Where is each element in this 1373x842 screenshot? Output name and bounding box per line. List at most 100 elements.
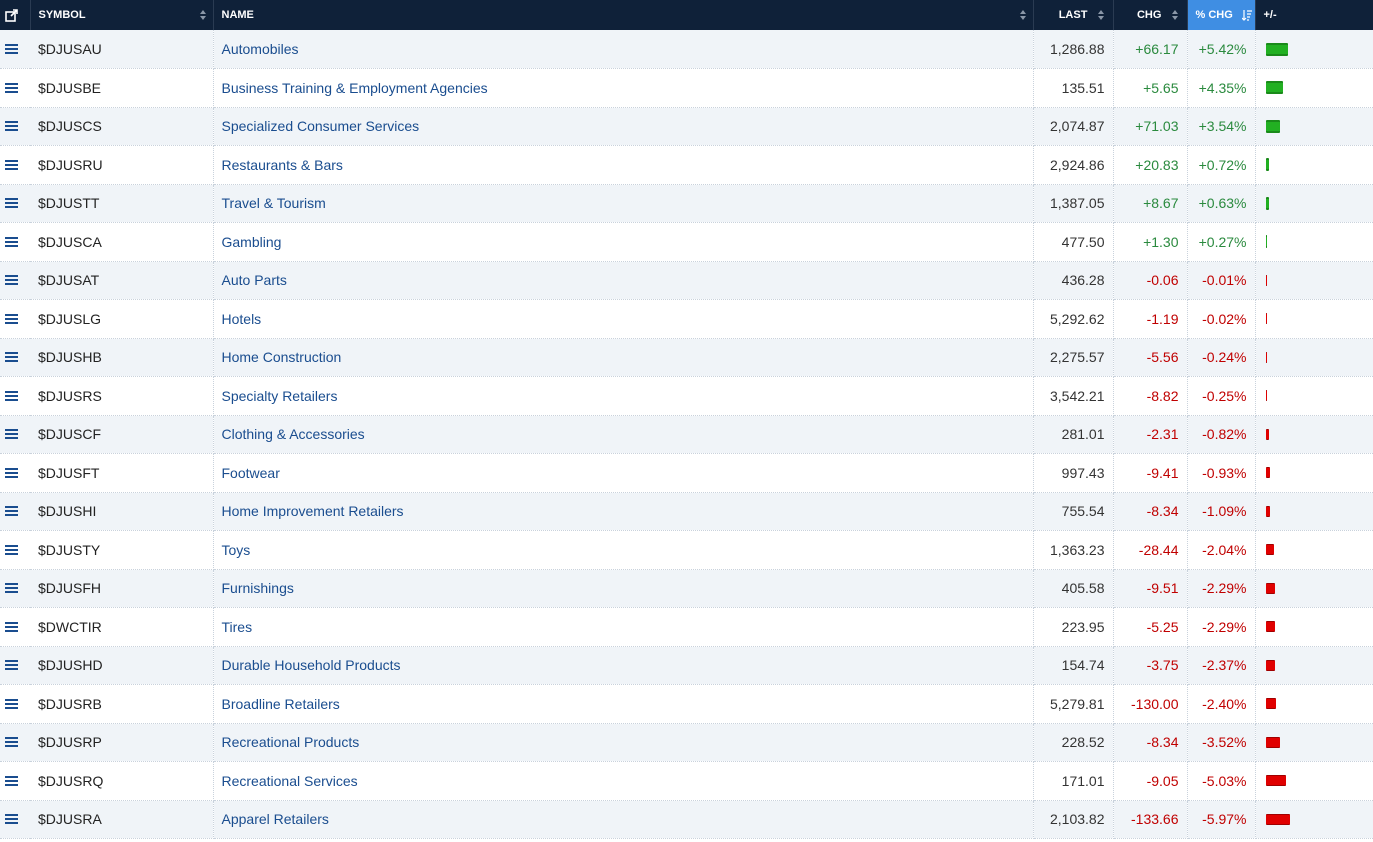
name-link[interactable]: Footwear	[222, 465, 280, 481]
name-cell: Home Improvement Retailers	[213, 492, 1034, 531]
symbol-cell: $DJUSRB	[30, 684, 214, 724]
table-row: $DJUSRP Recreational Products 228.52 -8.…	[0, 723, 1373, 762]
row-menu-cell[interactable]	[0, 30, 30, 69]
hamburger-menu-icon[interactable]	[5, 813, 19, 825]
name-cell: Toys	[213, 530, 1034, 570]
name-link[interactable]: Business Training & Employment Agencies	[222, 80, 488, 96]
hamburger-menu-icon[interactable]	[5, 43, 19, 55]
row-menu-cell[interactable]	[0, 261, 30, 300]
chg-cell: -5.25	[1113, 607, 1188, 647]
table-row: $DJUSHB Home Construction 2,275.57 -5.56…	[0, 338, 1373, 377]
row-menu-cell[interactable]	[0, 761, 30, 801]
row-menu-cell[interactable]	[0, 684, 30, 724]
name-cell: Auto Parts	[213, 261, 1034, 300]
name-link[interactable]: Gambling	[222, 234, 282, 250]
name-link[interactable]: Hotels	[222, 311, 262, 327]
sort-descending-icon[interactable]	[1241, 9, 1252, 21]
row-menu-cell[interactable]	[0, 68, 30, 108]
row-menu-cell[interactable]	[0, 415, 30, 454]
change-bar	[1265, 274, 1267, 286]
pct-chg-column-header[interactable]: % CHG	[1187, 0, 1256, 30]
name-link[interactable]: Clothing & Accessories	[222, 426, 365, 442]
name-column-header[interactable]: NAME	[213, 0, 1034, 30]
hamburger-menu-icon[interactable]	[5, 659, 19, 671]
hamburger-menu-icon[interactable]	[5, 120, 19, 132]
table-row: $DJUSCS Specialized Consumer Services 2,…	[0, 107, 1373, 146]
hamburger-menu-icon[interactable]	[5, 82, 19, 94]
name-link[interactable]: Tires	[222, 619, 253, 635]
pct-chg-cell: -2.40%	[1187, 684, 1256, 724]
row-menu-cell[interactable]	[0, 530, 30, 570]
name-cell: Furnishings	[213, 569, 1034, 608]
sort-arrows-icon[interactable]	[1019, 9, 1027, 21]
name-link[interactable]: Furnishings	[222, 580, 294, 596]
hamburger-menu-icon[interactable]	[5, 313, 19, 325]
chg-cell: -3.75	[1113, 646, 1188, 685]
name-link[interactable]: Broadline Retailers	[222, 696, 340, 712]
pct-chg-cell: -0.02%	[1187, 299, 1256, 339]
row-menu-cell[interactable]	[0, 222, 30, 262]
hamburger-menu-icon[interactable]	[5, 390, 19, 402]
name-link[interactable]: Home Construction	[222, 349, 342, 365]
name-cell: Business Training & Employment Agencies	[213, 68, 1034, 108]
sort-arrows-icon[interactable]	[199, 9, 207, 21]
name-link[interactable]: Specialized Consumer Services	[222, 118, 420, 134]
row-menu-cell[interactable]	[0, 646, 30, 685]
hamburger-menu-icon[interactable]	[5, 698, 19, 710]
plus-minus-column-header: +/-	[1255, 0, 1373, 30]
name-link[interactable]: Apparel Retailers	[222, 811, 329, 827]
row-menu-cell[interactable]	[0, 184, 30, 223]
chg-cell: -133.66	[1113, 800, 1188, 839]
hamburger-menu-icon[interactable]	[5, 351, 19, 363]
hamburger-menu-icon[interactable]	[5, 428, 19, 440]
name-link[interactable]: Travel & Tourism	[222, 195, 326, 211]
last-column-header[interactable]: LAST	[1033, 0, 1114, 30]
sort-arrows-icon[interactable]	[1171, 9, 1179, 21]
chg-cell: -9.05	[1113, 761, 1188, 801]
pct-chg-cell: +0.72%	[1187, 145, 1256, 185]
external-link-icon[interactable]	[5, 8, 18, 22]
hamburger-menu-icon[interactable]	[5, 159, 19, 171]
name-link[interactable]: Durable Household Products	[222, 657, 401, 673]
row-menu-cell[interactable]	[0, 569, 30, 608]
sort-arrows-icon[interactable]	[1097, 9, 1105, 21]
row-menu-cell[interactable]	[0, 107, 30, 146]
chg-cell: +20.83	[1113, 145, 1188, 185]
hamburger-menu-icon[interactable]	[5, 736, 19, 748]
table-row: $DJUSRA Apparel Retailers 2,103.82 -133.…	[0, 800, 1373, 839]
hamburger-menu-icon[interactable]	[5, 582, 19, 594]
chg-column-header[interactable]: CHG	[1113, 0, 1188, 30]
row-menu-cell[interactable]	[0, 800, 30, 839]
change-bar-cell	[1255, 723, 1373, 762]
hamburger-menu-icon[interactable]	[5, 197, 19, 209]
row-menu-cell[interactable]	[0, 453, 30, 493]
name-link[interactable]: Home Improvement Retailers	[222, 503, 404, 519]
popout-header[interactable]	[0, 0, 31, 30]
row-menu-cell[interactable]	[0, 492, 30, 531]
hamburger-menu-icon[interactable]	[5, 236, 19, 248]
name-link[interactable]: Automobiles	[222, 41, 299, 57]
row-menu-cell[interactable]	[0, 299, 30, 339]
table-row: $DJUSRU Restaurants & Bars 2,924.86 +20.…	[0, 145, 1373, 185]
row-menu-cell[interactable]	[0, 376, 30, 416]
hamburger-menu-icon[interactable]	[5, 274, 19, 286]
name-link[interactable]: Recreational Products	[222, 734, 360, 750]
hamburger-menu-icon[interactable]	[5, 775, 19, 787]
hamburger-menu-icon[interactable]	[5, 467, 19, 479]
hamburger-menu-icon[interactable]	[5, 505, 19, 517]
pct-chg-cell: -3.52%	[1187, 723, 1256, 762]
row-menu-cell[interactable]	[0, 607, 30, 647]
row-menu-cell[interactable]	[0, 338, 30, 377]
name-link[interactable]: Toys	[222, 542, 251, 558]
name-link[interactable]: Recreational Services	[222, 773, 358, 789]
hamburger-menu-icon[interactable]	[5, 544, 19, 556]
name-link[interactable]: Auto Parts	[222, 272, 287, 288]
name-link[interactable]: Specialty Retailers	[222, 388, 338, 404]
row-menu-cell[interactable]	[0, 145, 30, 185]
symbol-cell: $DJUSTT	[30, 184, 214, 223]
row-menu-cell[interactable]	[0, 723, 30, 762]
last-cell: 1,363.23	[1033, 530, 1114, 570]
symbol-column-header[interactable]: SYMBOL	[30, 0, 214, 30]
hamburger-menu-icon[interactable]	[5, 621, 19, 633]
name-link[interactable]: Restaurants & Bars	[222, 157, 343, 173]
